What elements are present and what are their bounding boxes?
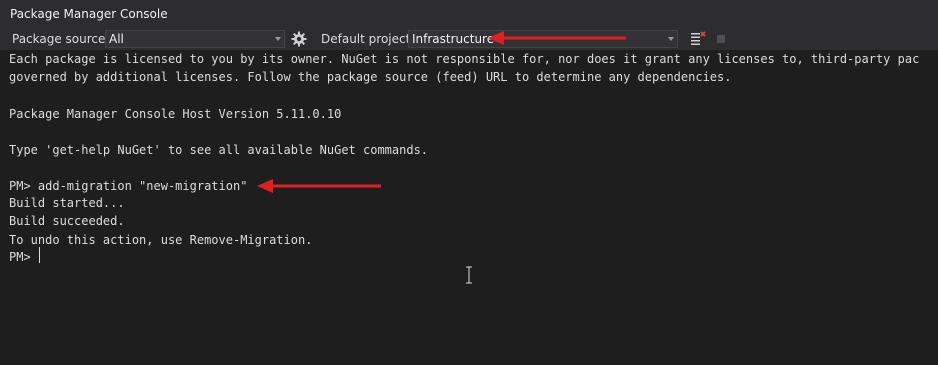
toolbar: Package source: All Default project: Inf… — [0, 28, 938, 50]
package-source-dropdown[interactable]: All — [105, 30, 285, 48]
console-line: PM> add-migration "new-migration" — [9, 179, 248, 193]
console-line: Build started... — [9, 196, 125, 210]
gear-icon[interactable] — [291, 31, 307, 47]
chevron-down-icon — [275, 37, 281, 41]
default-project-label: Default project: — [321, 32, 415, 46]
package-source-value: All — [109, 32, 124, 46]
package-source-label: Package source: — [12, 32, 110, 46]
default-project-dropdown[interactable]: Infrastructure — [408, 30, 678, 48]
stop-icon[interactable] — [717, 35, 725, 43]
clear-console-icon[interactable] — [690, 31, 706, 47]
ibeam-cursor-icon — [466, 266, 472, 284]
package-manager-console-window: Package Manager Console Package source: … — [0, 0, 938, 365]
console-line: To undo this action, use Remove-Migratio… — [9, 233, 313, 247]
window-title: Package Manager Console — [0, 0, 938, 28]
console-line: Each package is licensed to you by its o… — [9, 52, 920, 66]
console-line: Build succeeded. — [9, 214, 125, 228]
console-line: Package Manager Console Host Version 5.1… — [9, 107, 342, 121]
default-project-value: Infrastructure — [412, 32, 495, 46]
console-line: governed by additional licenses. Follow … — [9, 70, 732, 84]
console-prompt-line: PM> — [9, 250, 38, 264]
console-output[interactable]: Each package is licensed to you by its o… — [0, 50, 938, 365]
console-line: Type 'get-help NuGet' to see all availab… — [9, 143, 429, 157]
chevron-down-icon — [668, 37, 674, 41]
text-caret — [39, 247, 40, 263]
